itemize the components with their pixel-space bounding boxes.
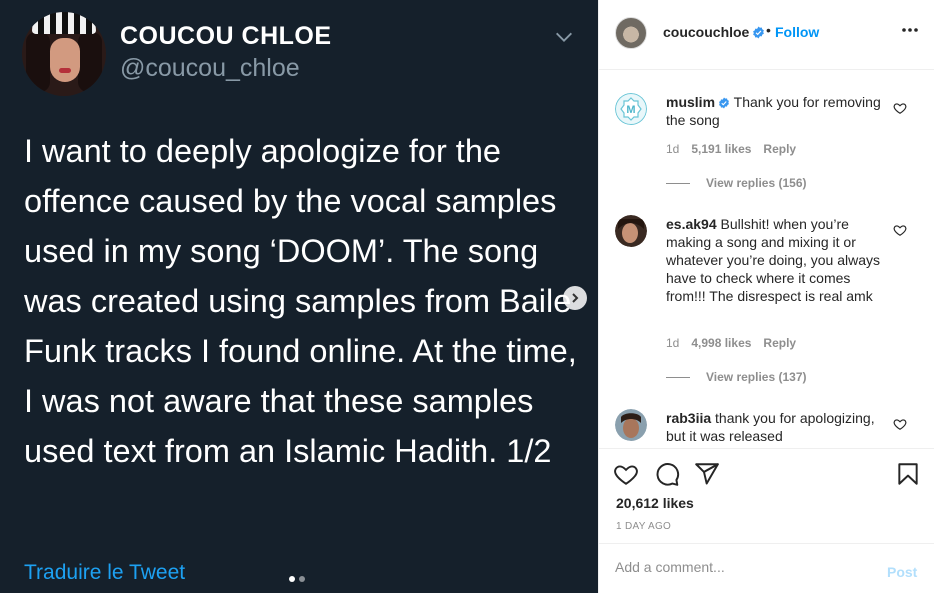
comment-text: rab3iia thank you for apologizing, but i… <box>666 409 886 445</box>
divider <box>666 377 690 379</box>
comment-text: es.ak94 Bullshit! when you’re making a s… <box>666 215 886 305</box>
carousel-indicator <box>289 576 305 582</box>
send-icon[interactable] <box>694 461 720 487</box>
verified-badge-icon <box>719 97 729 109</box>
avatar[interactable]: M <box>615 93 647 125</box>
tweet-handle: @coucou_chloe <box>120 54 300 82</box>
comment-likes[interactable]: 5,191 likes <box>691 142 751 156</box>
comment-username[interactable]: es.ak94 <box>666 216 717 232</box>
post-timestamp[interactable]: 1 DAY AGO <box>616 521 671 532</box>
follow-button[interactable]: Follow <box>775 24 819 40</box>
bookmark-icon[interactable] <box>895 461 921 487</box>
svg-text:M: M <box>626 104 635 116</box>
post-actions: 20,612 likes 1 DAY AGO <box>599 448 934 543</box>
post-header: coucouchloe • Follow <box>599 0 934 70</box>
comment-time[interactable]: 1d <box>666 336 679 350</box>
carousel-dot-active <box>289 576 295 582</box>
carousel-next-button[interactable] <box>563 286 587 310</box>
heart-icon[interactable] <box>893 417 907 431</box>
chevron-down-icon <box>556 32 572 42</box>
comment-time[interactable]: 1d <box>666 142 679 156</box>
heart-icon[interactable] <box>613 461 639 487</box>
comment-meta: 1d 4,998 likes Reply <box>666 336 796 350</box>
carousel-dot <box>299 576 305 582</box>
tweet-text: I want to deeply apologize for the offen… <box>24 133 577 469</box>
more-horizontal-icon[interactable] <box>901 27 919 33</box>
heart-icon[interactable] <box>893 223 907 237</box>
tweet-avatar <box>22 12 106 96</box>
post-author[interactable]: coucouchloe <box>663 24 765 40</box>
like-count[interactable]: 20,612 likes <box>616 495 694 511</box>
comment-likes[interactable]: 4,998 likes <box>691 336 751 350</box>
comment-icon[interactable] <box>654 461 680 487</box>
view-replies-button[interactable]: View replies (137) <box>666 370 807 384</box>
reply-button[interactable]: Reply <box>763 142 796 156</box>
reply-button[interactable]: Reply <box>763 336 796 350</box>
add-comment-bar: Post <box>599 543 934 593</box>
view-replies-label[interactable]: View replies (156) <box>706 176 807 190</box>
verified-badge-icon <box>753 26 765 39</box>
divider <box>666 183 690 185</box>
add-comment-input[interactable] <box>615 559 875 575</box>
comment-username[interactable]: rab3iia <box>666 410 711 426</box>
post-image-tweet: COUCOU CHLOE @coucou_chloe I want to dee… <box>0 0 598 593</box>
view-replies-label[interactable]: View replies (137) <box>706 370 807 384</box>
avatar[interactable] <box>615 409 647 441</box>
follow-separator: • <box>766 22 771 38</box>
translate-tweet-link: Traduire le Tweet <box>24 561 186 584</box>
comment-list[interactable]: M muslim Thank you for removing the song… <box>599 71 934 448</box>
avatar[interactable] <box>615 215 647 247</box>
chevron-right-icon <box>572 293 579 303</box>
view-replies-button[interactable]: View replies (156) <box>666 176 807 190</box>
tweet-display-name: COUCOU CHLOE <box>120 22 332 50</box>
avatar[interactable] <box>615 17 647 49</box>
heart-icon[interactable] <box>893 101 907 115</box>
comment-meta: 1d 5,191 likes Reply <box>666 142 796 156</box>
comment-username[interactable]: muslim <box>666 94 715 110</box>
post-comment-button[interactable]: Post <box>887 564 917 580</box>
comment-text: muslim Thank you for removing the song <box>666 93 886 129</box>
post-author-username[interactable]: coucouchloe <box>663 24 749 40</box>
post-sidebar: coucouchloe • Follow M muslim Thank you … <box>598 0 934 593</box>
